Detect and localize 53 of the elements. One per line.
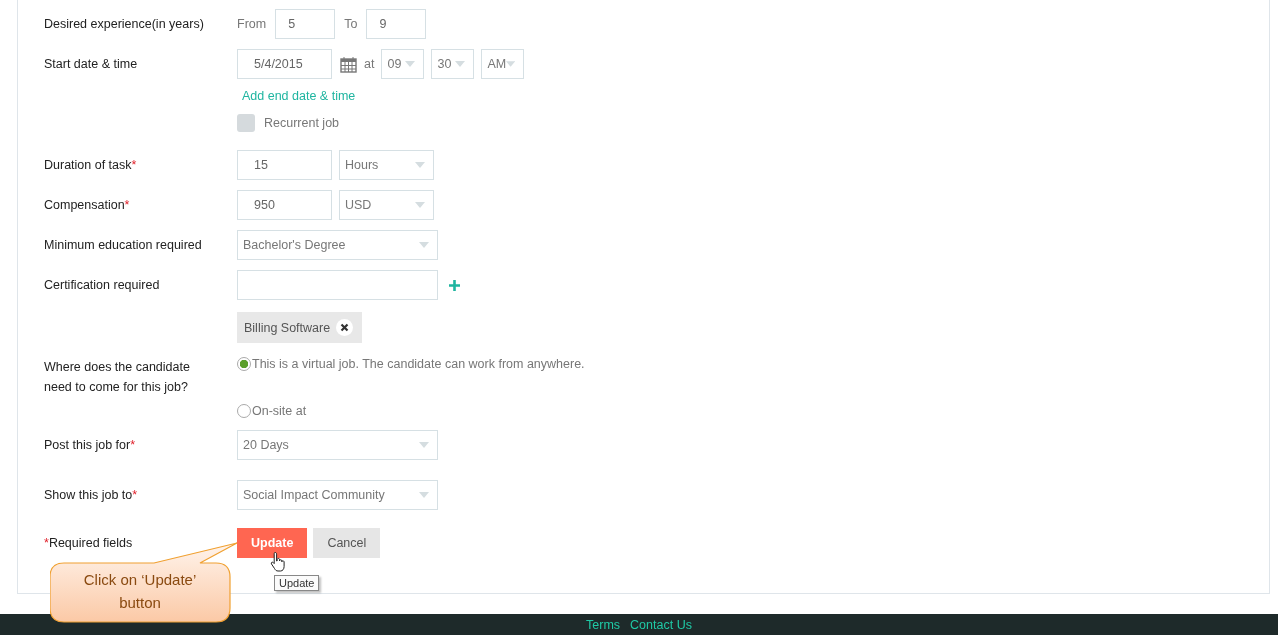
caret-icon <box>419 492 429 498</box>
caret-icon <box>415 162 425 168</box>
radio-button[interactable] <box>237 404 251 418</box>
dropdown[interactable]: AM <box>481 49 525 79</box>
add-icon <box>449 279 460 291</box>
dropdown[interactable]: 20 Days <box>237 430 438 460</box>
caret-icon <box>419 242 429 248</box>
field-label: Duration of task* <box>44 157 138 174</box>
field-label: *Required fields <box>44 535 134 552</box>
dropdown[interactable]: Social Impact Community <box>237 480 438 510</box>
dropdown[interactable]: 30 <box>431 49 475 79</box>
field-caption: at <box>364 57 375 71</box>
caret-icon <box>506 61 516 67</box>
radio-label: This is a virtual job. The candidate can work from anywhere. <box>252 357 585 371</box>
field-label: Compensation* <box>44 197 131 214</box>
dropdown[interactable]: Bachelor's Degree <box>237 230 438 260</box>
checkbox[interactable] <box>237 114 255 132</box>
tooltip: Update <box>274 575 320 591</box>
callout-text: Click on ‘Update’ button <box>82 570 198 613</box>
caret-icon <box>415 202 425 208</box>
footer-link[interactable]: Contact Us <box>630 618 692 633</box>
field-label: Minimum education required <box>44 237 203 254</box>
remove-icon[interactable] <box>336 319 354 336</box>
field-label: Start date & time <box>44 56 139 73</box>
input-field[interactable]: 15 <box>237 150 332 180</box>
input-field[interactable]: 5 <box>275 9 336 39</box>
radio-label: On-site at <box>252 404 307 418</box>
update-button[interactable]: Update <box>237 528 308 558</box>
input-field[interactable] <box>237 270 438 300</box>
dropdown[interactable]: 09 <box>381 49 425 79</box>
input-field[interactable]: 5/4/2015 <box>237 49 332 79</box>
input-field[interactable]: 950 <box>237 190 332 220</box>
tag-label: Billing Software <box>244 320 331 335</box>
dropdown[interactable]: Hours <box>339 150 434 180</box>
checkbox-label: Recurrent job <box>264 116 340 130</box>
input-field[interactable]: 9 <box>366 9 427 39</box>
cancel-button[interactable]: Cancel <box>313 528 381 558</box>
field-label: Where does the candidate need to come for this job? <box>44 359 191 396</box>
dropdown[interactable]: USD <box>339 190 434 220</box>
radio-button[interactable] <box>237 357 251 371</box>
add-end-date-link[interactable]: Add end date & time <box>242 89 356 103</box>
field-caption: To <box>344 17 358 31</box>
footer-link[interactable]: Terms <box>586 618 621 633</box>
field-label: Desired experience(in years) <box>44 16 205 33</box>
field-label: Certification required <box>44 277 161 294</box>
calendar-icon <box>340 55 357 73</box>
caret-icon <box>419 442 429 448</box>
field-label: Post this job for* <box>44 437 137 454</box>
field-caption: From <box>237 17 267 31</box>
caret-icon <box>455 61 466 67</box>
caret-icon <box>405 61 416 67</box>
hand-cursor-icon <box>270 551 286 573</box>
field-label: Show this job to* <box>44 487 139 504</box>
